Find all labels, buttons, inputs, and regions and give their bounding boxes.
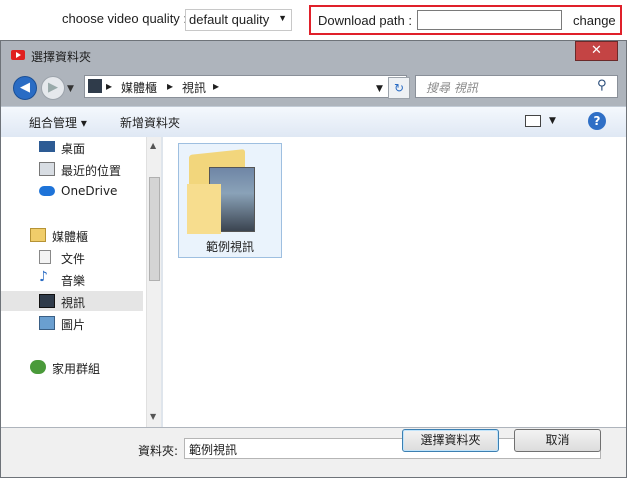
help-button[interactable]: ? [588, 112, 606, 130]
arrow-right-icon: ▶ [48, 80, 58, 95]
nav-item-onedrive[interactable]: OneDrive [1, 181, 143, 201]
nav-item-label: 最近的位置 [61, 164, 122, 178]
nav-item-videos[interactable]: 視訊 [1, 291, 143, 311]
folder-name-value: 範例視訊 [189, 443, 238, 457]
onedrive-icon [39, 186, 55, 196]
nav-item-homegroup[interactable]: 家用群組 [1, 357, 143, 377]
nav-item-recent-places[interactable]: 最近的位置 [1, 159, 143, 179]
film-strip-icon [88, 79, 102, 93]
address-bar[interactable]: ▸ 媒體櫃 ▸ 視訊 ▸ [84, 75, 407, 98]
refresh-button[interactable]: ↻ [388, 77, 410, 99]
select-folder-dialog: 選擇資料夾 ✕ ◀ ▶ ▼ ▸ 媒體櫃 ▸ 視訊 ▸ ▼ ↻ 搜尋 視訊 ⚲ 組… [0, 40, 627, 478]
select-folder-button[interactable]: 選擇資料夾 [402, 429, 499, 452]
search-icon: ⚲ [597, 78, 607, 93]
download-path-group: Download path : change [309, 5, 622, 35]
recent-places-icon [39, 162, 55, 176]
nav-item-label: 音樂 [61, 274, 86, 288]
folder-item[interactable]: 範例視訊 [178, 143, 282, 258]
pictures-icon [39, 316, 55, 330]
search-placeholder: 搜尋 視訊 [426, 81, 478, 95]
nav-item-label: 家用群組 [52, 362, 101, 376]
nav-item-label: 視訊 [61, 296, 86, 310]
videos-icon [39, 294, 55, 308]
nav-item-pictures[interactable]: 圖片 [1, 313, 143, 333]
folder-field-label: 資料夾: [138, 444, 179, 458]
recent-pages-dropdown[interactable]: ▼ [67, 84, 74, 94]
dialog-title: 選擇資料夾 [31, 50, 92, 64]
desktop-icon [39, 141, 55, 152]
navigation-pane: 桌面 最近的位置 OneDrive 媒體櫃 文件 ♪ 音樂 視訊 圖片 家用群組… [1, 137, 161, 427]
address-dropdown-icon[interactable]: ▼ [376, 84, 383, 94]
download-path-label: Download path : [318, 13, 412, 28]
search-input[interactable]: 搜尋 視訊 ⚲ [415, 75, 618, 98]
nav-item-label: 圖片 [61, 318, 86, 332]
chevron-right-icon: ▸ [106, 79, 113, 93]
quality-select[interactable]: default quality ▼ [185, 9, 292, 31]
nav-item-documents[interactable]: 文件 [1, 247, 143, 267]
arrow-left-icon: ◀ [20, 80, 30, 95]
scrollbar-thumb[interactable] [149, 177, 160, 281]
organize-menu[interactable]: 組合管理 ▾ [29, 114, 87, 131]
homegroup-icon [30, 360, 46, 374]
folder-front-icon [187, 184, 221, 234]
quality-label: choose video quality : [62, 11, 188, 26]
folder-item-label: 範例視訊 [205, 240, 254, 254]
app-toolbar: choose video quality : default quality ▼… [0, 0, 627, 40]
youtube-icon [11, 50, 25, 60]
download-path-input[interactable] [417, 10, 562, 30]
nav-item-desktop[interactable]: 桌面 [1, 137, 143, 157]
music-icon: ♪ [39, 269, 48, 285]
quality-select-value: default quality [189, 12, 270, 27]
chevron-down-icon: ▼ [278, 13, 287, 23]
close-button[interactable]: ✕ [575, 41, 618, 61]
scroll-down-icon[interactable]: ▼ [150, 412, 156, 421]
new-folder-button[interactable]: 新增資料夾 [120, 114, 180, 131]
nav-item-label: 媒體櫃 [52, 230, 89, 244]
nav-item-music[interactable]: ♪ 音樂 [1, 269, 143, 289]
forward-button[interactable]: ▶ [41, 76, 65, 100]
navigation-scrollbar[interactable]: ▲ ▼ [146, 137, 161, 427]
chevron-right-icon: ▸ [213, 79, 220, 93]
nav-item-label: OneDrive [61, 184, 118, 198]
chevron-right-icon: ▸ [167, 79, 174, 93]
dialog-toolbar: 組合管理 ▾ 新增資料夾 ▼ ? [1, 106, 626, 138]
view-icon[interactable] [525, 115, 541, 127]
cancel-button[interactable]: 取消 [514, 429, 601, 452]
back-button[interactable]: ◀ [13, 76, 37, 100]
refresh-icon: ↻ [393, 81, 405, 95]
view-dropdown-icon[interactable]: ▼ [549, 116, 556, 126]
breadcrumb-videos[interactable]: 視訊 [182, 79, 206, 96]
change-button[interactable]: change [573, 13, 616, 28]
scroll-up-icon[interactable]: ▲ [150, 141, 156, 150]
nav-item-libraries[interactable]: 媒體櫃 [1, 225, 143, 245]
documents-icon [39, 250, 51, 264]
breadcrumb-libraries[interactable]: 媒體櫃 [121, 79, 157, 96]
libraries-icon [30, 228, 46, 242]
close-icon: ✕ [591, 43, 602, 58]
help-icon: ? [593, 114, 601, 128]
nav-item-label: 文件 [61, 252, 86, 266]
file-list: 範例視訊 [163, 137, 626, 427]
nav-item-label: 桌面 [61, 142, 86, 156]
